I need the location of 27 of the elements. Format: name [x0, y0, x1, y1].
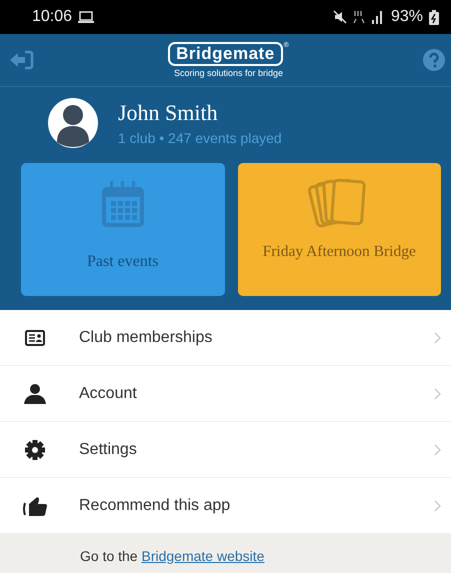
avatar-icon [48, 98, 98, 148]
tagline: Scoring solutions for bridge [174, 68, 284, 78]
user-summary: 1 club • 247 events played [118, 130, 282, 146]
chevron-icon [434, 444, 441, 456]
mute-icon [332, 10, 347, 24]
id-card-icon [25, 330, 45, 346]
menu-item[interactable]: Club memberships [0, 310, 451, 366]
user-name: John Smith [118, 100, 219, 126]
signal-icon [370, 10, 385, 24]
chevron-icon [434, 388, 441, 400]
calendar-icon [102, 179, 144, 229]
laptop-icon [78, 11, 94, 23]
menu-item[interactable]: Settings [0, 422, 451, 478]
chevron-icon [434, 500, 441, 512]
footer-text: Go to the Bridgemate website [80, 548, 264, 564]
battery-level: 93% [390, 8, 423, 26]
website-link[interactable]: Bridgemate website [141, 548, 264, 564]
status-time: 10:06 [32, 8, 72, 26]
logout-icon[interactable] [10, 50, 34, 70]
help-icon[interactable] [423, 49, 445, 71]
person-icon [24, 384, 46, 404]
chevron-icon [434, 332, 441, 344]
battery-icon [429, 10, 439, 24]
network-icon [352, 10, 365, 24]
menu-item[interactable]: Account [0, 366, 451, 422]
gear-icon [25, 440, 45, 460]
thumbs-up-icon [23, 496, 47, 516]
